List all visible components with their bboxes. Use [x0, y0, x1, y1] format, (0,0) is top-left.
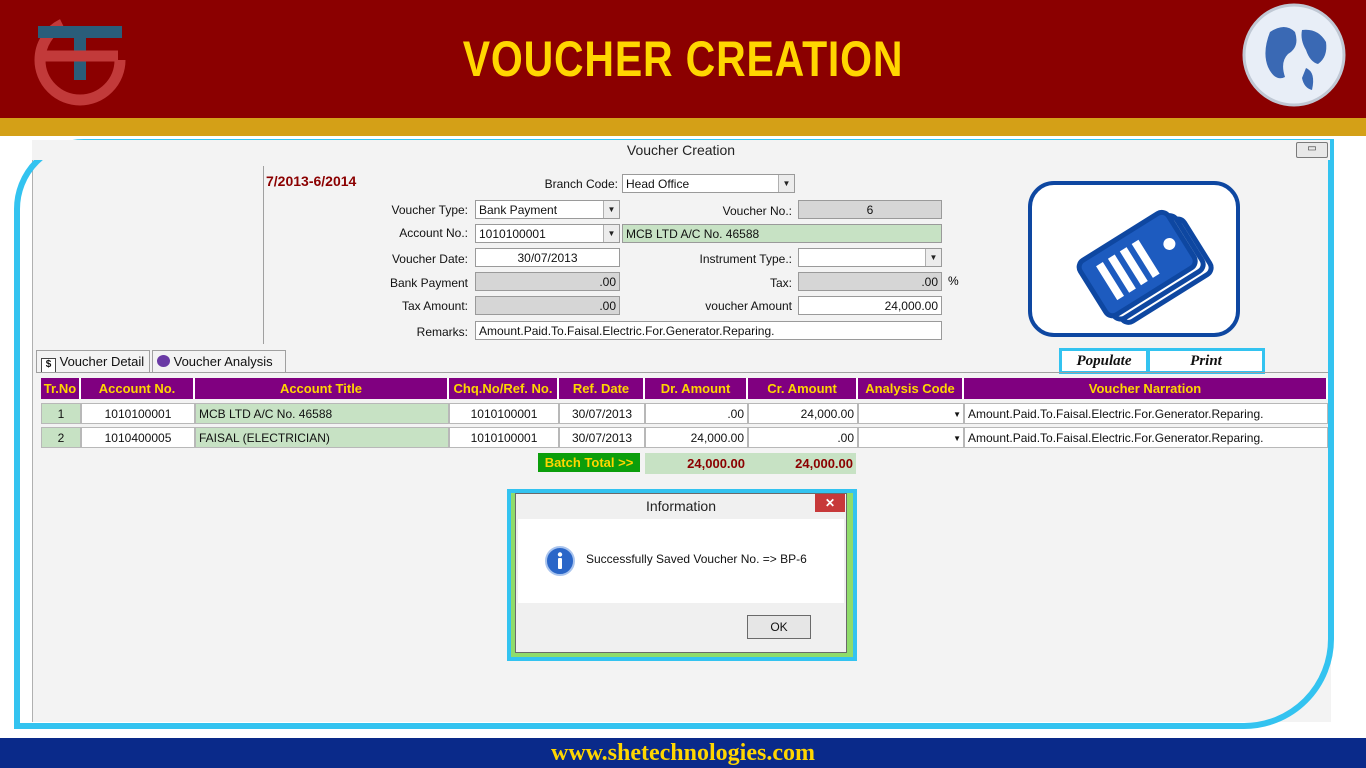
cell-dr-amount[interactable]: .00 [645, 403, 748, 424]
batch-total-cr: 24,000.00 [748, 453, 856, 474]
cell-trno: 1 [41, 403, 81, 424]
voucher-amount-field[interactable]: 24,000.00 [798, 296, 942, 315]
dialog-message: Successfully Saved Voucher No. => BP-6 [586, 552, 807, 566]
batch-total-label: Batch Total >> [538, 453, 640, 472]
chevron-down-icon[interactable]: ▼ [953, 404, 961, 423]
cell-narration[interactable]: Amount.Paid.To.Faisal.Electric.For.Gener… [964, 427, 1328, 448]
chevron-down-icon[interactable]: ▼ [953, 428, 961, 447]
cell-account-no[interactable]: 1010400005 [81, 427, 195, 448]
globe-icon [1242, 3, 1346, 107]
tax-field[interactable]: .00 [798, 272, 942, 291]
tax-label: Tax: [769, 276, 792, 290]
cell-cr-amount[interactable]: .00 [748, 427, 858, 448]
tab-label: Voucher Analysis [173, 354, 273, 369]
col-header-account-title: Account Title [195, 378, 449, 399]
remarks-field[interactable]: Amount.Paid.To.Faisal.Electric.For.Gener… [475, 321, 942, 340]
analysis-icon [157, 355, 170, 367]
chevron-down-icon[interactable]: ▼ [603, 201, 619, 218]
dialog-close-button[interactable]: ✕ [815, 494, 845, 512]
tab-voucher-analysis[interactable]: Voucher Analysis [152, 350, 286, 372]
button-separator [1146, 351, 1150, 371]
fiscal-year: 7/2013-6/2014 [266, 173, 357, 189]
voucher-tags-icon [1076, 209, 1214, 325]
cell-account-no[interactable]: 1010100001 [81, 403, 195, 424]
dollar-icon: $ [41, 358, 56, 373]
voucher-type-value: Bank Payment [479, 203, 558, 217]
col-header-account-no: Account No. [81, 378, 195, 399]
account-title-field[interactable]: MCB LTD A/C No. 46588 [622, 224, 942, 243]
col-header-chq-ref: Chq.No/Ref. No. [449, 378, 559, 399]
cell-chq-ref[interactable]: 1010100001 [449, 427, 559, 448]
chevron-down-icon[interactable]: ▼ [778, 175, 794, 192]
chevron-down-icon[interactable]: ▼ [603, 225, 619, 242]
dialog-title: Information [645, 498, 717, 514]
percent-sign: % [948, 274, 959, 288]
voucher-type-label: Voucher Type: [391, 203, 469, 217]
bank-payment-label: Bank Payment [389, 276, 468, 290]
tab-voucher-detail[interactable]: $ Voucher Detail [36, 350, 150, 373]
cell-cr-amount[interactable]: 24,000.00 [748, 403, 858, 424]
bank-payment-field[interactable]: .00 [475, 272, 620, 291]
cell-account-title: MCB LTD A/C No. 46588 [195, 403, 449, 424]
chevron-down-icon[interactable]: ▼ [925, 249, 941, 266]
voucher-no-field[interactable]: 6 [798, 200, 942, 219]
footer-website: www.shetechnologies.com [551, 740, 815, 766]
account-no-value: 1010100001 [479, 227, 546, 241]
cell-trno: 2 [41, 427, 81, 448]
col-header-ref-date: Ref. Date [559, 378, 645, 399]
ok-button[interactable]: OK [747, 615, 811, 639]
remarks-label: Remarks: [416, 325, 468, 339]
col-header-dr-amount: Dr. Amount [645, 378, 748, 399]
account-no-label: Account No.: [399, 226, 468, 240]
window-title: Voucher Creation [32, 140, 1330, 160]
tax-amount-field[interactable]: .00 [475, 296, 620, 315]
tax-amount-label: Tax Amount: [401, 299, 468, 313]
company-logo-icon [34, 14, 126, 106]
tab-underline [36, 372, 1328, 373]
voucher-date-field[interactable]: 30/07/2013 [475, 248, 620, 267]
voucher-type-select[interactable]: Bank Payment ▼ [475, 200, 620, 219]
instrument-type-label: Instrument Type.: [699, 252, 793, 266]
minimize-button[interactable]: ▭ [1296, 142, 1328, 158]
col-header-trno: Tr.No [41, 378, 81, 399]
cell-dr-amount[interactable]: 24,000.00 [645, 427, 748, 448]
cell-ref-date[interactable]: 30/07/2013 [559, 403, 645, 424]
col-header-cr-amount: Cr. Amount [748, 378, 858, 399]
populate-button[interactable]: Populate [1063, 352, 1145, 370]
account-no-select[interactable]: 1010100001 ▼ [475, 224, 620, 243]
tab-label: Voucher Detail [59, 354, 145, 369]
cell-analysis-code[interactable]: ▼ [858, 427, 964, 448]
cell-analysis-code[interactable]: ▼ [858, 403, 964, 424]
instrument-type-select[interactable]: ▼ [798, 248, 942, 267]
voucher-amount-label: voucher Amount [705, 299, 792, 313]
cell-narration[interactable]: Amount.Paid.To.Faisal.Electric.For.Gener… [964, 403, 1328, 424]
voucher-no-label: Voucher No.: [722, 204, 792, 218]
info-icon [545, 546, 575, 576]
cell-account-title: FAISAL (ELECTRICIAN) [195, 427, 449, 448]
banner-stripe [0, 118, 1366, 136]
col-header-narration: Voucher Narration [964, 378, 1328, 399]
branch-code-value: Head Office [626, 177, 690, 191]
cell-chq-ref[interactable]: 1010100001 [449, 403, 559, 424]
cell-ref-date[interactable]: 30/07/2013 [559, 427, 645, 448]
batch-total-dr: 24,000.00 [645, 453, 748, 474]
page-title: VOUCHER CREATION [462, 31, 904, 87]
col-header-analysis-code: Analysis Code [858, 378, 964, 399]
print-button[interactable]: Print [1152, 352, 1260, 370]
voucher-date-label: Voucher Date: [391, 252, 468, 266]
branch-code-select[interactable]: Head Office ▼ [622, 174, 795, 193]
branch-code-label: Branch Code: [544, 177, 618, 191]
voucher-icon-box [1028, 181, 1240, 337]
